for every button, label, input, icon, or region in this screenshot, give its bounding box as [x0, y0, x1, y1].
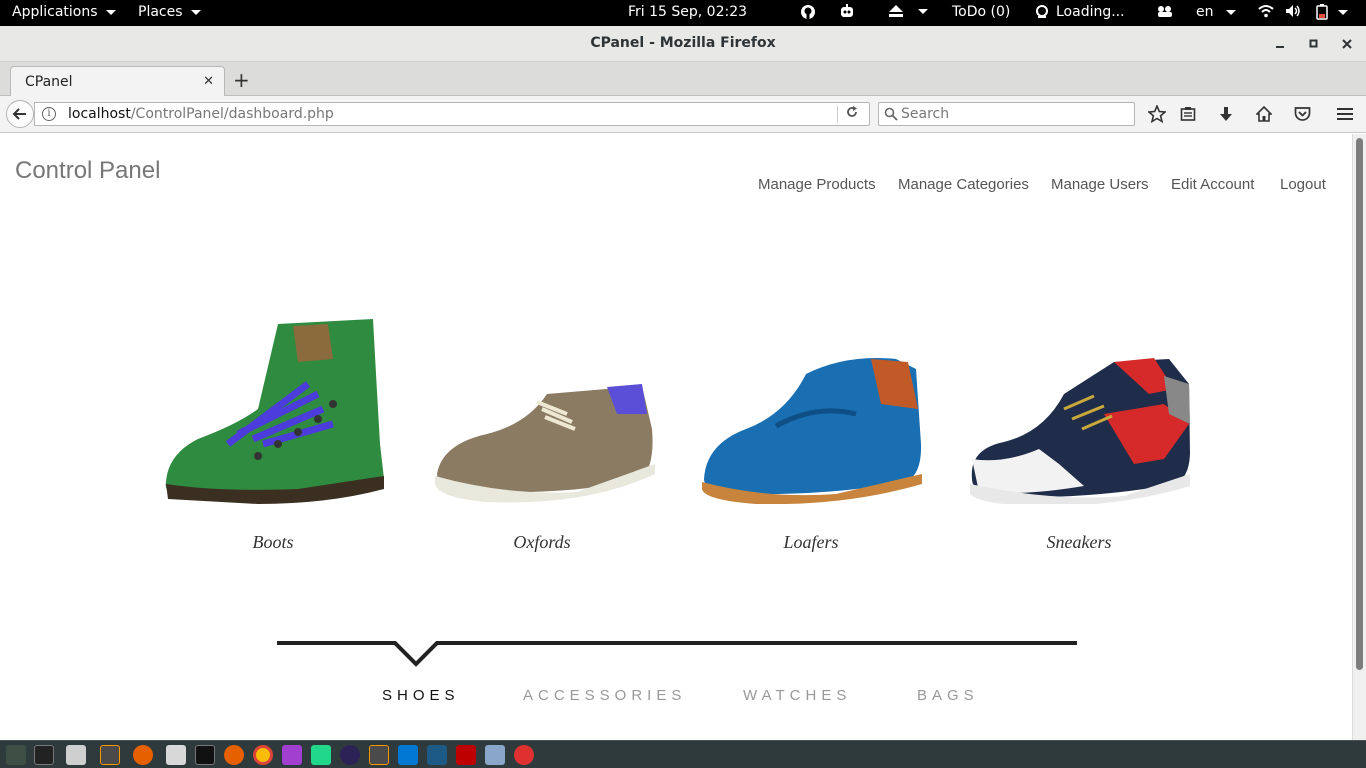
- pocket-icon[interactable]: [1291, 103, 1313, 125]
- terminal-icon[interactable]: [34, 745, 54, 765]
- url-path: /ControlPanel/dashboard.php: [130, 106, 334, 122]
- site-info-icon[interactable]: i: [42, 107, 56, 121]
- navigation-bar: i localhost/ControlPanel/dashboard.php: [0, 96, 1366, 133]
- robot-icon[interactable]: [838, 4, 856, 20]
- close-tab-icon[interactable]: ✕: [203, 74, 214, 89]
- inkscape-icon[interactable]: [485, 745, 505, 765]
- volume-icon[interactable]: [1285, 4, 1301, 18]
- chevron-down-icon: [1338, 9, 1348, 15]
- applications-label: Applications: [12, 4, 98, 20]
- video-call-icon[interactable]: [1156, 4, 1174, 18]
- nav-edit-account[interactable]: Edit Account: [1171, 176, 1254, 193]
- language-label: en: [1196, 4, 1214, 20]
- reload-icon[interactable]: [845, 105, 859, 123]
- url-bar[interactable]: i localhost/ControlPanel/dashboard.php: [34, 102, 870, 126]
- chrome-icon[interactable]: [253, 745, 273, 765]
- applications-menu[interactable]: Applications: [12, 4, 116, 20]
- category-shoes[interactable]: SHOES: [382, 687, 460, 704]
- nav-manage-products[interactable]: Manage Products: [758, 176, 876, 193]
- mysql-workbench-icon[interactable]: [427, 745, 447, 765]
- filezilla-icon[interactable]: [456, 745, 476, 765]
- chevron-down-icon: [1225, 9, 1236, 15]
- loading-label: Loading...: [1056, 4, 1125, 20]
- eject-icon[interactable]: [888, 4, 928, 18]
- new-tab-button[interactable]: +: [233, 68, 250, 92]
- tab-cpanel[interactable]: CPanel ✕: [10, 66, 225, 97]
- wifi-icon[interactable]: [1258, 4, 1274, 18]
- places-menu[interactable]: Places: [138, 4, 201, 20]
- window-titlebar[interactable]: CPanel - Mozilla Firefox: [0, 26, 1366, 62]
- files-icon[interactable]: [66, 745, 86, 765]
- category-accessories[interactable]: ACCESSORIES: [523, 687, 686, 704]
- back-button[interactable]: [6, 100, 34, 128]
- firefox-icon[interactable]: [133, 745, 153, 765]
- firefox-icon[interactable]: [224, 745, 244, 765]
- clock[interactable]: Fri 15 Sep, 02:23: [628, 4, 747, 20]
- chevron-down-icon: [105, 9, 116, 15]
- vertical-scrollbar[interactable]: [1352, 134, 1366, 740]
- show-desktop-icon[interactable]: [6, 745, 26, 765]
- bookmark-star-icon[interactable]: [1146, 103, 1168, 125]
- product-sneakers-image[interactable]: [964, 314, 1194, 504]
- url-host: localhost: [68, 106, 131, 122]
- close-icon: [1342, 39, 1352, 49]
- maximize-icon: [1309, 39, 1318, 48]
- minimize-button[interactable]: [1275, 37, 1285, 53]
- product-oxfords-label[interactable]: Oxfords: [427, 532, 657, 553]
- category-watches[interactable]: WATCHES: [743, 687, 851, 704]
- loading-indicator[interactable]: Loading...: [1034, 4, 1125, 20]
- url-separator: [837, 106, 838, 123]
- nav-manage-categories[interactable]: Manage Categories: [898, 176, 1029, 193]
- product-oxfords-image[interactable]: [427, 314, 657, 504]
- home-icon[interactable]: [1253, 103, 1275, 125]
- nav-logout[interactable]: Logout: [1280, 176, 1326, 193]
- sublime-text-icon[interactable]: [100, 745, 120, 765]
- todo-label: ToDo (0): [952, 4, 1011, 20]
- url-text[interactable]: localhost/ControlPanel/dashboard.php: [68, 106, 334, 122]
- search-input[interactable]: [901, 105, 1129, 123]
- product-sneakers-label[interactable]: Sneakers: [964, 532, 1194, 553]
- system-top-bar: Applications Places Fri 15 Sep, 02:23 To…: [0, 0, 1366, 26]
- maximize-button[interactable]: [1309, 37, 1319, 53]
- vscode-icon[interactable]: [398, 745, 418, 765]
- battery-icon[interactable]: [1316, 4, 1348, 20]
- product-loafers-image[interactable]: [696, 314, 926, 504]
- brand-title[interactable]: Control Panel: [15, 157, 160, 185]
- todo-indicator[interactable]: ToDo (0): [952, 4, 1010, 20]
- phpstorm-icon[interactable]: [282, 745, 302, 765]
- chevron-down-icon: [918, 8, 928, 14]
- taskbar: [0, 740, 1366, 768]
- sublime-text-icon[interactable]: [369, 745, 389, 765]
- search-bar[interactable]: [878, 102, 1135, 126]
- language-selector[interactable]: en: [1196, 4, 1236, 20]
- pycharm-icon[interactable]: [311, 745, 331, 765]
- places-label: Places: [138, 4, 183, 20]
- product-loafers-label[interactable]: Loafers: [696, 532, 926, 553]
- download-icon[interactable]: [1215, 103, 1237, 125]
- text-editor-icon[interactable]: [166, 745, 186, 765]
- chevron-down-icon: [190, 9, 201, 15]
- tab-label: CPanel: [25, 74, 73, 90]
- eclipse-icon[interactable]: [340, 745, 360, 765]
- scrollbar-thumb[interactable]: [1356, 138, 1363, 670]
- hamburger-menu-icon[interactable]: [1334, 103, 1356, 125]
- github-icon[interactable]: [800, 4, 816, 20]
- minimize-icon: [1276, 46, 1284, 48]
- nav-manage-users[interactable]: Manage Users: [1051, 176, 1149, 193]
- window-title: CPanel - Mozilla Firefox: [590, 35, 776, 51]
- category-bags[interactable]: BAGS: [917, 687, 979, 704]
- page-content: Control Panel Manage Products Manage Cat…: [0, 134, 1352, 740]
- reading-list-icon[interactable]: [1177, 103, 1199, 125]
- tab-strip: CPanel ✕ +: [0, 62, 1366, 97]
- search-icon: [884, 107, 898, 121]
- close-button[interactable]: [1342, 37, 1352, 53]
- category-divider: [277, 641, 1077, 667]
- product-boots-image[interactable]: [158, 314, 388, 504]
- back-arrow-icon: [12, 108, 26, 120]
- datetime-label: Fri 15 Sep, 02:23: [628, 4, 748, 20]
- unity-icon[interactable]: [514, 745, 534, 765]
- weather-icon: [1036, 5, 1048, 18]
- terminal-icon[interactable]: [195, 745, 215, 765]
- product-boots-label[interactable]: Boots: [158, 532, 388, 553]
